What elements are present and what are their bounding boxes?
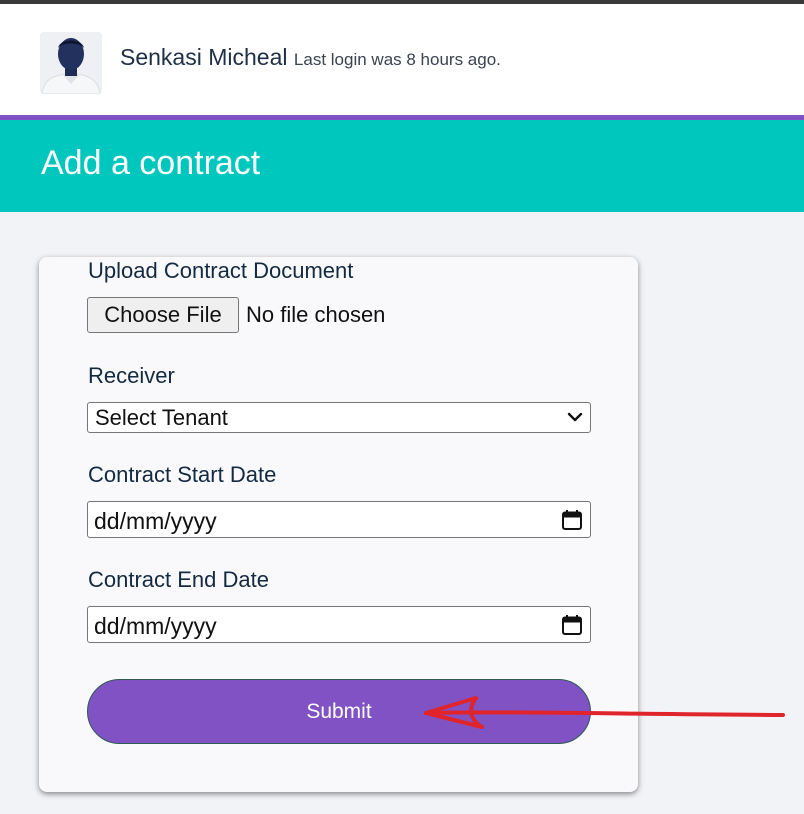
avatar [40, 32, 102, 94]
choose-file-button[interactable]: Choose File [87, 297, 239, 333]
page-banner: Add a contract [0, 120, 804, 212]
start-date-input[interactable]: dd/mm/yyyy [87, 501, 591, 538]
receiver-label: Receiver [88, 363, 175, 388]
end-date-input[interactable]: dd/mm/yyyy [87, 606, 591, 643]
end-date-label: Contract End Date [88, 567, 269, 592]
user-header: Senkasi Micheal Last login was 8 hours a… [0, 4, 804, 115]
upload-label: Upload Contract Document [88, 258, 354, 283]
receiver-selected-value: Select Tenant [95, 405, 228, 430]
calendar-icon[interactable] [561, 509, 583, 531]
calendar-icon[interactable] [561, 614, 583, 636]
page-title: Add a contract [41, 144, 261, 182]
receiver-select[interactable]: Select Tenant [87, 402, 591, 433]
last-login-text: Last login was 8 hours ago. [293, 50, 501, 69]
end-date-placeholder: dd/mm/yyyy [94, 613, 217, 639]
user-name: Senkasi Micheal [120, 44, 288, 70]
annotation-arrow [424, 696, 785, 729]
user-info: Senkasi Micheal Last login was 8 hours a… [120, 44, 501, 71]
start-date-label: Contract Start Date [88, 462, 277, 487]
chevron-down-icon [567, 412, 583, 422]
start-date-placeholder: dd/mm/yyyy [94, 508, 217, 534]
file-status: No file chosen [246, 302, 386, 327]
